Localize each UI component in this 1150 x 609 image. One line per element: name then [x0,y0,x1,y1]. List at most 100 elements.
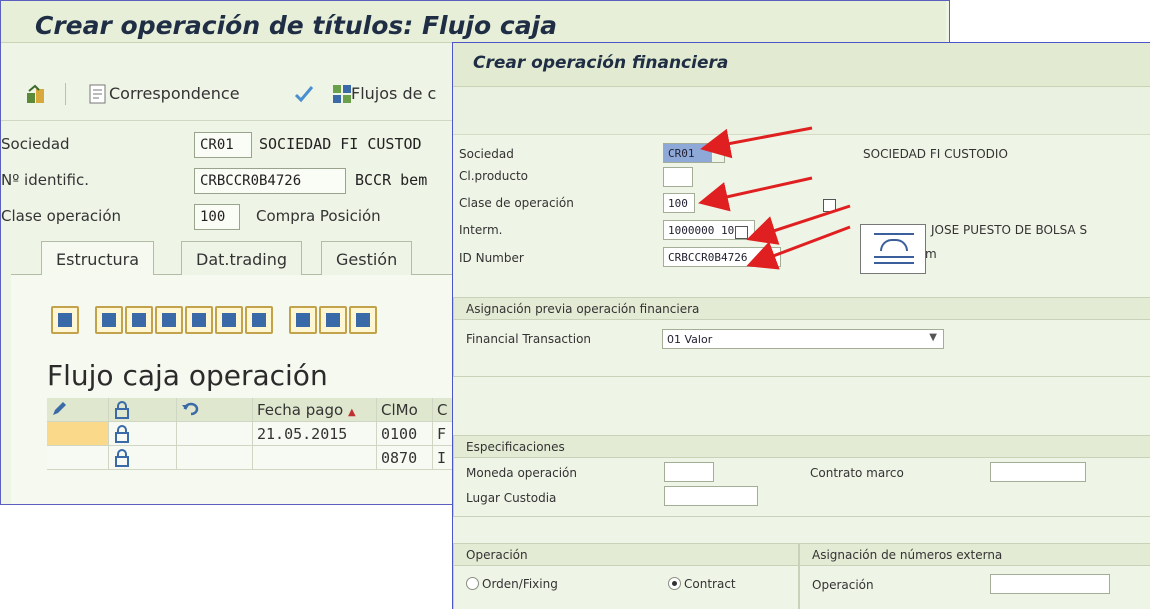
interm-name: JOSE PUESTO DE BOLSA S [931,223,1088,237]
asignacion-externa-title: Asignación de números externa [812,548,1003,562]
clproducto-field[interactable] [663,167,693,187]
asignacion-externa-header: Asignación de números externa [800,544,1150,566]
document-icon[interactable] [87,83,109,105]
tab-estructura[interactable]: Estructura [41,241,155,275]
table-row[interactable]: 21.05.2015 0100 F [47,422,457,446]
find-next-button[interactable] [185,306,213,334]
row-selector[interactable] [47,422,109,446]
row-lock-cell [109,446,177,470]
sort-indicator-icon: ▲ [347,407,356,418]
checkbox[interactable] [823,199,836,212]
lock-column-header[interactable] [109,398,177,422]
identific-desc: BCCR bem [355,171,428,189]
id-number-label: ID Number [459,251,524,265]
back-window-title: Crear operación de títulos: Flujo caja [35,11,557,40]
popup-clase-field[interactable]: 100 [663,193,695,213]
clmo-header[interactable]: ClMo [377,398,433,422]
id-number-field[interactable]: CRBCCR0B4726 [663,247,781,267]
sum-button[interactable] [289,306,317,334]
row-selector[interactable] [47,446,109,470]
find-button[interactable] [155,306,183,334]
navigate-icon[interactable] [25,83,47,105]
tooltip-line [874,256,914,258]
pencil-icon [53,402,66,415]
filter-icon [222,313,236,327]
contract-radio[interactable] [668,577,681,590]
fecha-pago-cell: 21.05.2015 [253,422,377,446]
lugar-custodia-label: Lugar Custodia [466,491,557,505]
filter-button[interactable] [215,306,243,334]
financial-transaction-value: 01 Valor [667,333,713,346]
sort-descending-button[interactable] [125,306,153,334]
contrato-marco-field[interactable] [990,462,1086,482]
orden-fixing-label: Orden/Fixing [482,577,558,591]
undo-column-header[interactable] [177,398,253,422]
tab-dat-trading[interactable]: Dat.trading [181,241,303,275]
sigma-icon [296,313,310,327]
clmo-cell: 0100 [377,422,433,446]
especificaciones-title: Especificaciones [466,440,565,454]
expand-icon [880,239,908,251]
row-undo-cell [177,422,253,446]
interm-search-help[interactable] [735,226,748,239]
lock-icon [115,425,129,443]
binoculars-icon [162,313,176,327]
sum-menu-button[interactable] [319,306,347,334]
row-lock-cell [109,422,177,446]
subtotal-button[interactable] [349,306,377,334]
asignacion-previa-header: Asignación previa operación financiera [454,298,1150,320]
popup-sociedad-name: SOCIEDAD FI CUSTODIO [863,147,1008,161]
popup-toolbar [453,87,1150,135]
binoculars-next-icon [192,313,206,327]
dropdown-icon [326,313,340,327]
sociedad-field[interactable]: CR01 [194,132,252,158]
clase-operacion-label: Clase operación [1,207,122,225]
popup-window: Crear operación financiera Sociedad CR01… [452,42,1150,609]
magnifier-icon [58,313,72,327]
check-icon[interactable] [293,83,315,105]
correspondence-button[interactable]: Correspondence [109,84,240,103]
sort-ascending-button[interactable] [95,306,123,334]
fecha-pago-label: Fecha pago [257,401,344,419]
orden-fixing-radio[interactable] [466,577,479,590]
lugar-custodia-field[interactable] [664,486,758,506]
tab-gestion[interactable]: Gestión [321,241,413,275]
lock-icon [115,449,129,467]
fecha-pago-cell [253,446,377,470]
toolbar-separator [65,83,66,105]
moneda-field[interactable] [664,462,714,482]
popup-sociedad-label: Sociedad [459,147,514,161]
popup-title: Crear operación financiera [473,53,729,73]
edit-column-header[interactable] [47,398,109,422]
popup-sociedad-field[interactable]: CR01 [663,143,713,163]
contract-label: Contract [684,577,736,591]
grid-header-row: Fecha pago ▲ ClMo C [47,398,457,422]
sort-up-icon [102,313,116,327]
subtotal-icon [356,313,370,327]
financial-transaction-select[interactable]: 01 Valor ▼ [662,329,944,349]
flujos-button[interactable]: Flujos de c [351,84,436,103]
tooltip-icon-box [860,224,926,274]
sociedad-search-help[interactable] [711,143,725,163]
sociedad-label: Sociedad [1,135,70,153]
flows-icon[interactable] [331,83,353,105]
clase-operacion-field[interactable]: 100 [194,204,240,230]
filter-menu-button[interactable] [245,306,273,334]
clase-operacion-desc: Compra Posición [256,207,381,225]
table-row[interactable]: 0870 I [47,446,457,470]
asignacion-externa-group: Asignación de números externa Operación [799,543,1150,609]
operacion-ext-label: Operación [812,578,874,592]
fecha-pago-header[interactable]: Fecha pago ▲ [253,398,377,422]
chevron-down-icon: ▼ [929,332,937,343]
clproducto-label: Cl.producto [459,169,529,183]
moneda-label: Moneda operación [466,466,577,480]
details-button[interactable] [51,306,79,334]
tooltip-line [874,262,914,264]
operacion-ext-field[interactable] [990,574,1110,594]
identific-field[interactable]: CRBCCR0B4726 [194,168,346,194]
back-window-titlebar: Crear operación de títulos: Flujo caja [1,1,946,43]
operacion-group: Operación Orden/Fixing Contract [453,543,799,609]
row-undo-cell [177,446,253,470]
especificaciones-group: Especificaciones Moneda operación Contra… [453,435,1150,517]
sort-down-icon [132,313,146,327]
